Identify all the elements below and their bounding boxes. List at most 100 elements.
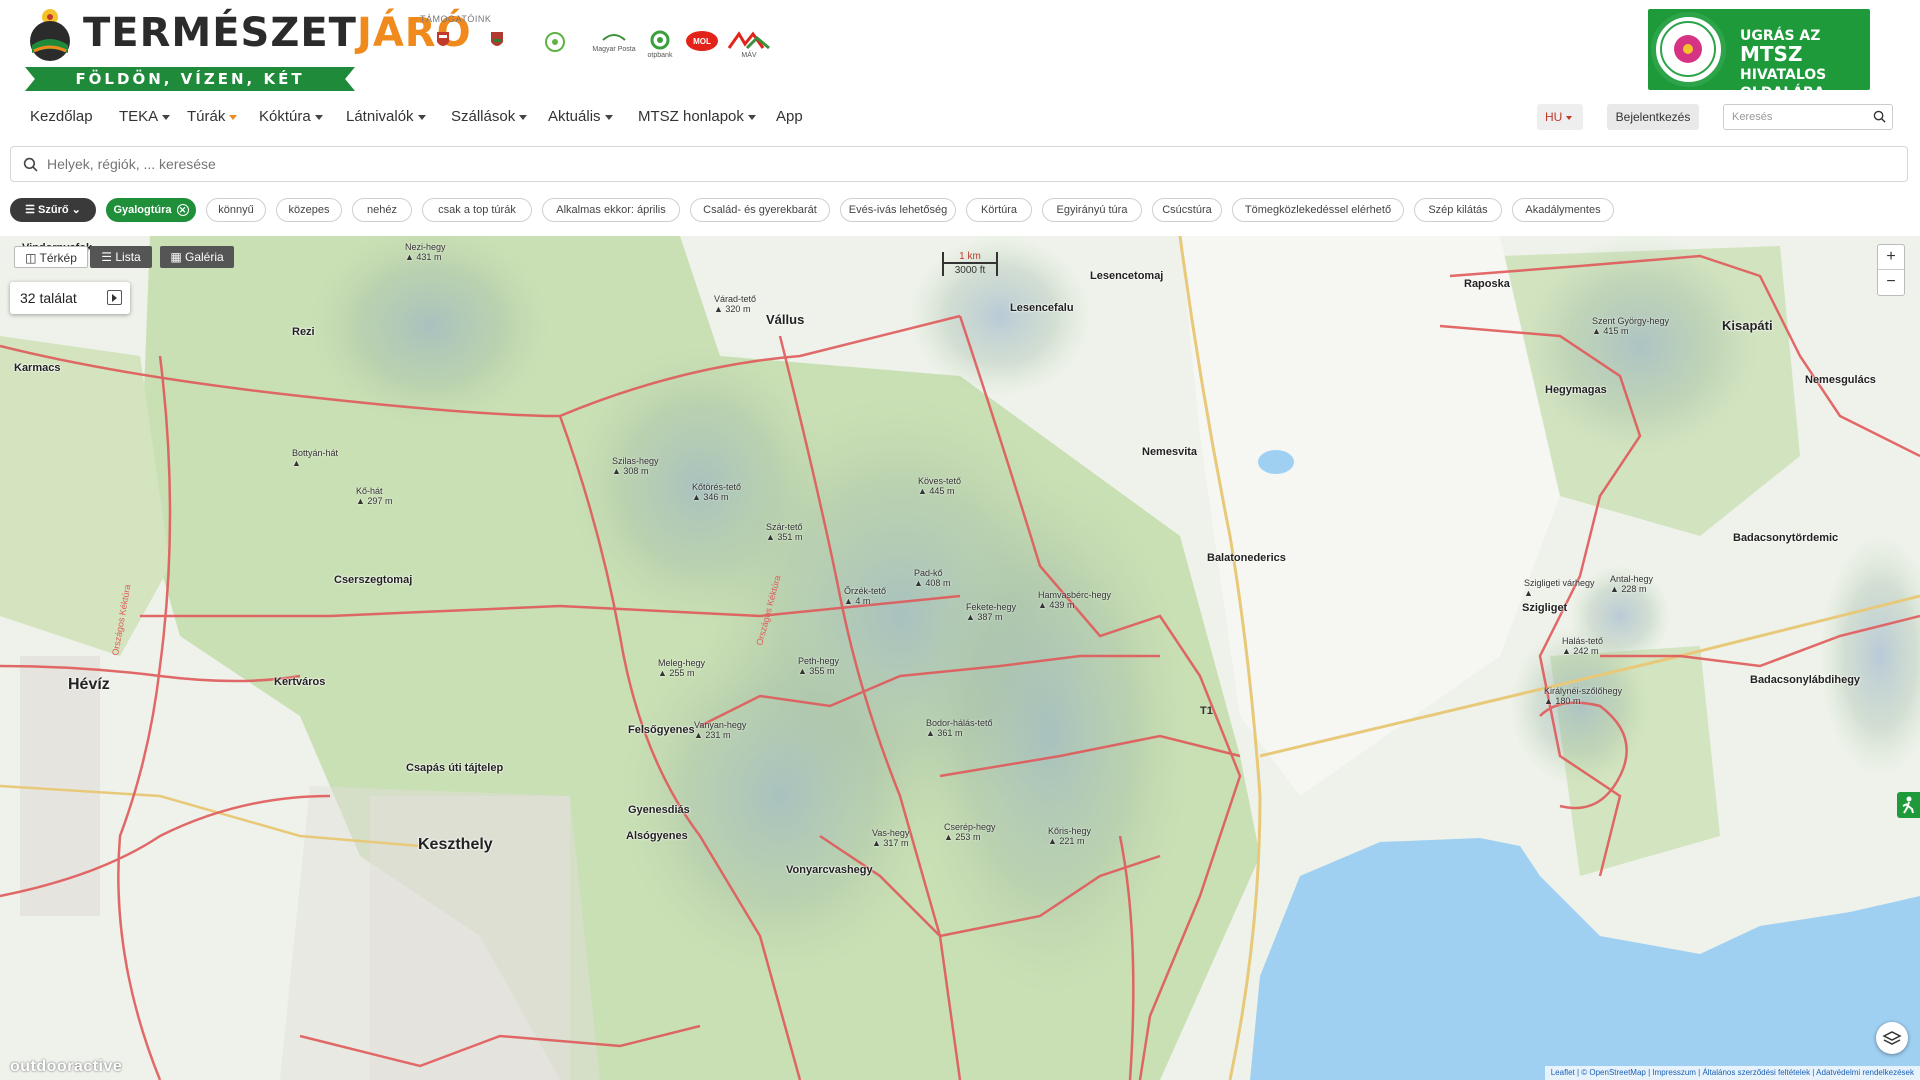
search-icon: [1873, 110, 1886, 123]
map-label-town: Csapás úti tájtelep: [406, 762, 504, 774]
map-label-peak: Őrzék-tető ▲ 4 m: [844, 586, 887, 606]
map-label-town: Vonyarcvashegy: [786, 864, 873, 876]
nature-org-logo[interactable]: [526, 30, 584, 70]
map-label-peak: Fekete-hegy ▲ 387 m: [966, 602, 1017, 622]
map-label-peak: Antal-hegy ▲ 228 m: [1610, 574, 1654, 594]
side-panel-toggle[interactable]: [1897, 792, 1920, 818]
map-label-peak: Várad-tető ▲ 320 m: [714, 294, 757, 314]
nav-item-tours[interactable]: Túrák: [187, 108, 238, 125]
chevron-down-icon: ⌄: [71, 204, 81, 216]
sponsors-block: TÁMOGATÓINK Magyar Posta otpbank MOL MÁV: [418, 14, 818, 74]
map-label-town: Badacsonytördemic: [1733, 532, 1839, 544]
chip-top-tours[interactable]: csak a top túrák: [422, 198, 532, 222]
map-label-peak: Vas-hegy ▲ 317 m: [872, 828, 910, 848]
nav-item-bluetour[interactable]: Kóktúra: [259, 108, 323, 125]
chip-one-way[interactable]: Egyirányú túra: [1042, 198, 1142, 222]
map-label-peak: Szilas-hegy ▲ 308 m: [612, 456, 659, 476]
map-label-town: Gyenesdiás: [628, 804, 690, 816]
chip-loop-tour[interactable]: Körtúra: [966, 198, 1032, 222]
map-label-town: Nemesvita: [1142, 446, 1198, 458]
tab-map[interactable]: ◫ Térkép: [14, 246, 88, 268]
map-canvas[interactable]: Országos Kéktúra Országos Kéktúra T1 Vin…: [0, 236, 1920, 1080]
map-label-town: Karmacs: [14, 362, 61, 374]
zoom-controls: + −: [1877, 244, 1905, 296]
map-tiles: Országos Kéktúra Országos Kéktúra T1: [0, 236, 1920, 1080]
zoom-in-button[interactable]: +: [1878, 245, 1904, 270]
close-icon[interactable]: ✕: [176, 204, 189, 217]
login-button[interactable]: Bejelentkezés: [1607, 104, 1699, 130]
map-label-town: Hévíz: [68, 676, 110, 693]
chip-easy[interactable]: könnyű: [206, 198, 266, 222]
map-attribution[interactable]: Leaflet | © OpenStreetMap | Impresszum |…: [1544, 1066, 1920, 1080]
chip-accessible[interactable]: Akadálymentes: [1512, 198, 1614, 222]
nav-item-home[interactable]: Kezdőlap: [30, 108, 93, 125]
brand-name: TERMÉSZETJÁRÓ: [83, 10, 472, 56]
brand-tagline: FÖLDÖN, VÍZEN, KÉT KERÉKEN: [25, 67, 355, 91]
map-label-peak: Nezi-hegy ▲ 431 m: [405, 242, 446, 262]
map-label-peak: Köves-tető ▲ 445 m: [918, 476, 962, 496]
site-header: TERMÉSZETJÁRÓ FÖLDÖN, VÍZEN, KÉT KERÉKEN…: [0, 0, 1920, 130]
layers-icon: [1882, 1031, 1902, 1045]
map-label-town: Lesencefalu: [1010, 302, 1074, 314]
site-logo[interactable]: TERMÉSZETJÁRÓ FÖLDÖN, VÍZEN, KÉT KERÉKEN: [25, 5, 471, 91]
chip-nice-view[interactable]: Szép kilátás: [1414, 198, 1502, 222]
expand-icon[interactable]: [107, 290, 122, 305]
place-search-input[interactable]: [47, 153, 647, 175]
mtsz-banner[interactable]: UGRÁS AZ MTSZ HIVATALOS OLDALÁRA: [1648, 9, 1870, 101]
map-label-town: Lesencetomaj: [1090, 270, 1164, 282]
map-label-town: Felsőgyenes: [628, 724, 695, 736]
results-count[interactable]: 32 találat: [10, 282, 130, 314]
place-search-bar[interactable]: [10, 146, 1908, 182]
map-label-peak: Peth-hegy ▲ 355 m: [798, 656, 840, 676]
map-label-peak: Halás-tető ▲ 242 m: [1562, 636, 1604, 656]
list-icon: ☰: [101, 250, 113, 264]
sponsor-mol-logo[interactable]: MOL: [682, 30, 722, 70]
nav-item-mtsz-sites[interactable]: MTSZ honlapok: [638, 108, 756, 125]
chip-summit-tour[interactable]: Csúcstúra: [1152, 198, 1222, 222]
gov-crest-logo[interactable]: [418, 30, 468, 70]
chip-family-friendly[interactable]: Család- és gyerekbarát: [690, 198, 830, 222]
filter-button[interactable]: ☰ Szűrő ⌄: [10, 198, 96, 222]
map-label-peak: Meleg-hegy ▲ 255 m: [658, 658, 706, 678]
layers-button[interactable]: [1876, 1022, 1908, 1054]
nav-item-teka[interactable]: TEKA: [119, 108, 171, 125]
map-label-town: Rezi: [292, 326, 315, 338]
map-label-town: Vállus: [766, 312, 805, 327]
sponsor-otp-logo[interactable]: otpbank: [642, 30, 678, 70]
map-label-peak: Hamvasbérc-hegy ▲ 439 m: [1038, 590, 1112, 610]
map-label-peak: Bodor-hálás-tető ▲ 361 m: [926, 718, 993, 738]
road-label: T1: [1200, 705, 1213, 717]
language-select[interactable]: HU: [1537, 104, 1583, 130]
map-label-peak: Bottyán-hát ▲: [292, 448, 339, 468]
mtsz-banner-text: UGRÁS AZ MTSZ HIVATALOS OLDALÁRA: [1740, 28, 1827, 101]
chevron-down-icon: [417, 114, 426, 120]
site-search-input[interactable]: Keresés: [1723, 104, 1893, 130]
map-scale: 1 km 3000 ft: [942, 252, 998, 282]
tab-list[interactable]: ☰ Lista: [90, 246, 152, 268]
map-label-town: Kertváros: [274, 676, 326, 688]
nav-item-app[interactable]: App: [776, 108, 803, 125]
mtsz-seal-icon: [1651, 12, 1726, 87]
map-label-town: Hegymagas: [1545, 384, 1607, 396]
chip-season-april[interactable]: Alkalmas ekkor: április: [542, 198, 680, 222]
ministry-crest-logo[interactable]: [472, 30, 522, 70]
tab-gallery[interactable]: ▦ Galéria: [160, 246, 234, 268]
chip-hard[interactable]: nehéz: [352, 198, 412, 222]
map-label-town: Szigliget: [1522, 602, 1568, 614]
map-label-peak: Cserép-hegy ▲ 253 m: [944, 822, 996, 842]
chip-food-drink[interactable]: Evés-ivás lehetőség: [840, 198, 956, 222]
chevron-down-icon: [519, 114, 528, 120]
sponsors-label: TÁMOGATÓINK: [420, 14, 492, 24]
zoom-out-button[interactable]: −: [1878, 270, 1904, 295]
chevron-down-icon: [747, 114, 756, 120]
sponsor-mav-logo[interactable]: MÁV: [726, 30, 772, 70]
nav-item-accommodation[interactable]: Szállások: [451, 108, 528, 125]
chip-medium[interactable]: közepes: [276, 198, 342, 222]
chip-public-transport[interactable]: Tömegközlekedéssel elérhető: [1232, 198, 1404, 222]
chip-hiking[interactable]: Gyalogtúra ✕: [106, 198, 196, 222]
map-label-town: Alsógyenes: [626, 830, 688, 842]
sponsor-posta-logo[interactable]: Magyar Posta: [590, 30, 638, 70]
menu-icon: ☰: [25, 204, 35, 216]
nav-item-sights[interactable]: Látnivalók: [346, 108, 426, 125]
nav-item-news[interactable]: Aktuális: [548, 108, 613, 125]
